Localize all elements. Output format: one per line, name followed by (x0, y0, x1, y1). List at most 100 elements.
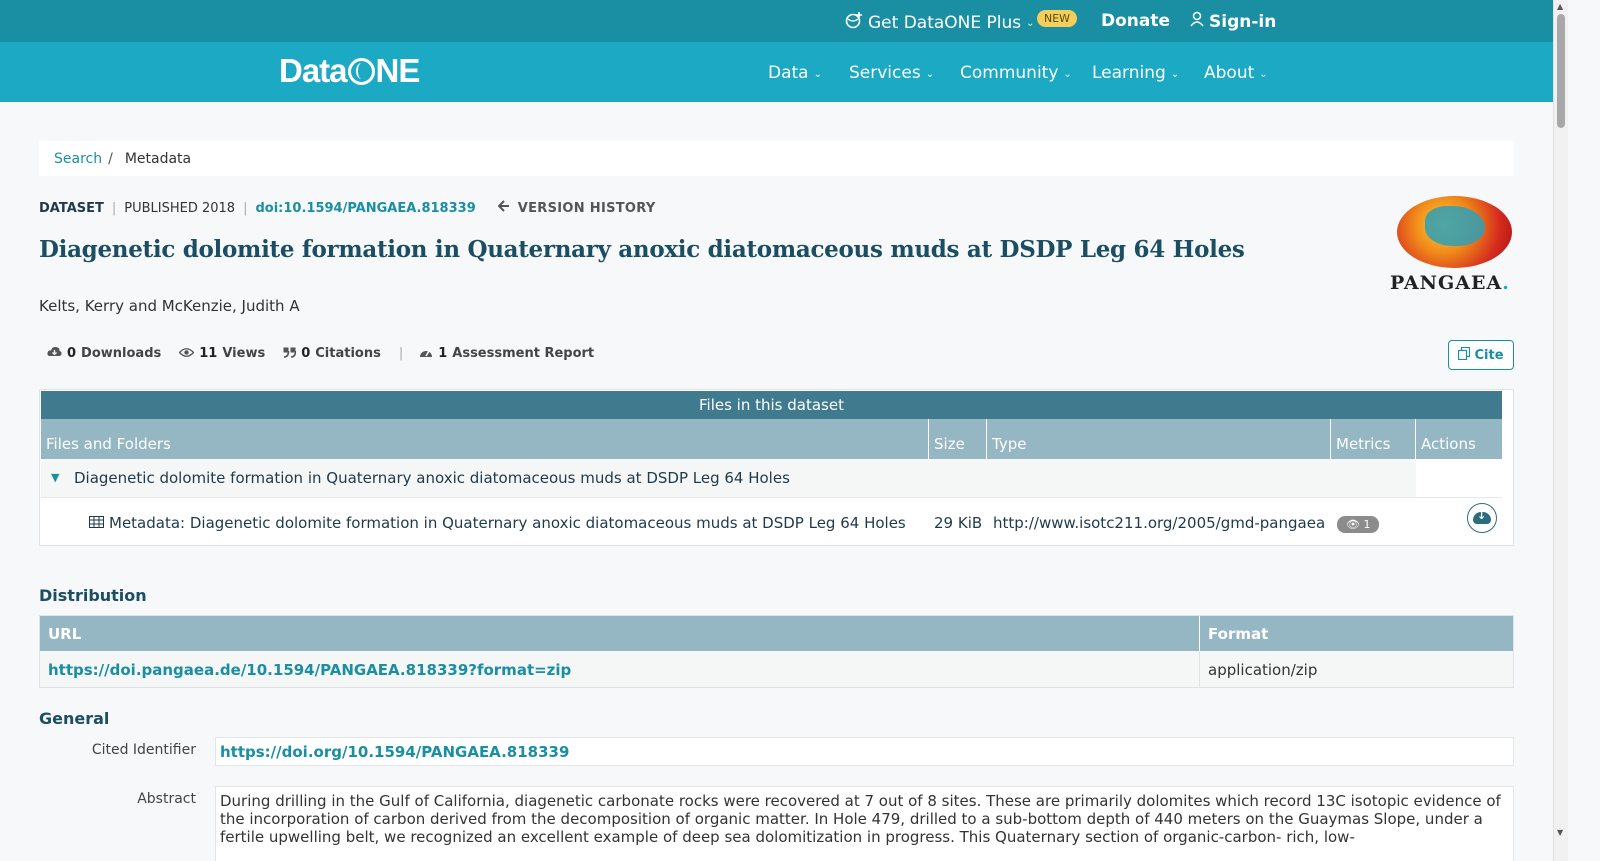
breadcrumb-current: Metadata (124, 151, 192, 167)
file-views-count: 1 (1363, 518, 1371, 531)
distribution-heading: Distribution (39, 586, 147, 605)
folder-row[interactable]: ▼ Diagenetic dolomite formation in Quate… (41, 459, 1416, 497)
pangaea-wordmark: PANGAEA. (1390, 272, 1510, 294)
published-year: PUBLISHED 2018 (124, 200, 236, 216)
scrollbar-thumb[interactable] (1557, 14, 1565, 128)
divider: | (243, 200, 248, 216)
donate-link[interactable]: Donate (1101, 11, 1170, 31)
new-badge: NEW (1037, 10, 1078, 27)
col-url: URL (48, 625, 82, 643)
downloads-count: 0 (67, 346, 77, 361)
abstract-text: During drilling in the Gulf of Californi… (220, 792, 1501, 846)
dataset-type: DATASET (39, 200, 104, 216)
cite-button[interactable]: Cite (1448, 340, 1514, 370)
user-icon (1190, 11, 1204, 32)
cited-identifier-label: Cited Identifier (91, 742, 196, 758)
abstract-field: During drilling in the Gulf of Californi… (215, 786, 1514, 861)
views-count: 11 (199, 346, 218, 361)
col-actions: Actions (1421, 435, 1476, 453)
col-files-and-folders: Files and Folders (41, 419, 929, 459)
abstract-label: Abstract (137, 791, 196, 807)
divider: | (398, 346, 404, 361)
logo-text-left: Data (279, 52, 348, 89)
nav-about-label: About (1204, 63, 1255, 83)
cited-identifier-link[interactable]: https://doi.org/10.1594/PANGAEA.818339 (220, 743, 569, 761)
globe-icon (347, 57, 375, 85)
cloud-download-icon (1473, 509, 1491, 524)
version-history-link[interactable]: VERSION HISTORY (497, 200, 656, 216)
pangaea-land-shape (1425, 206, 1485, 246)
sign-in-link[interactable]: Sign-in (1190, 11, 1276, 32)
col-metrics: Metrics (1331, 419, 1416, 459)
nav-learning-label: Learning (1092, 63, 1166, 83)
divider: | (111, 200, 117, 216)
pangaea-dot: . (1502, 272, 1510, 294)
citations-count: 0 (301, 346, 311, 361)
views-metric[interactable]: 11 Views (178, 346, 266, 361)
pangaea-word: PANGAEA (1390, 272, 1503, 294)
table-icon (89, 514, 104, 532)
col-type: Type (987, 419, 1331, 459)
nav-learning[interactable]: Learning ⌄ (1092, 63, 1179, 83)
chevron-down-icon: ⌄ (1026, 18, 1035, 29)
chevron-down-icon: ⌄ (1170, 68, 1180, 80)
breadcrumb-search-link[interactable]: Search (54, 151, 102, 167)
folder-name: Diagenetic dolomite formation in Quatern… (74, 469, 790, 487)
arrow-left-icon (497, 200, 510, 216)
assessment-report-metric[interactable]: 1 Assessment Report (419, 346, 594, 361)
nav-services[interactable]: Services ⌄ (849, 63, 934, 83)
dataone-logo[interactable]: Data NE (279, 52, 421, 90)
file-size: 29 KiB (934, 514, 983, 532)
chevron-down-icon: ⌄ (813, 68, 822, 80)
chevron-down-icon: ⌄ (1259, 68, 1268, 80)
distribution-table: URL Format https://doi.pangaea.de/10.159… (39, 615, 1514, 688)
column-divider (1199, 651, 1200, 687)
page-scrollbar[interactable]: ▲ ▼ (1553, 0, 1568, 861)
top-bar: Get DataONE Plus ⌄ NEW Donate Sign-in (0, 0, 1553, 42)
nav-services-label: Services (849, 63, 921, 83)
assessment-count: 1 (438, 346, 448, 361)
download-button[interactable] (1467, 503, 1497, 533)
globe-plus-icon (845, 11, 863, 34)
logo-text-right: NE (375, 52, 421, 89)
distribution-header: URL Format (40, 616, 1513, 651)
cited-identifier-field: https://doi.org/10.1594/PANGAEA.818339 (215, 737, 1514, 766)
eye-icon: 👁 (1346, 518, 1360, 531)
files-table-caption: Files in this dataset (41, 391, 1502, 419)
scroll-down-arrow-icon[interactable]: ▼ (1557, 828, 1563, 837)
assessment-label: Assessment Report (452, 346, 595, 361)
general-heading: General (39, 709, 110, 728)
version-history-label: VERSION HISTORY (517, 200, 656, 216)
dataset-metrics: 0 Downloads 11 Views 0 Citations | 1 Ass… (47, 346, 612, 361)
copy-icon (1458, 346, 1471, 364)
col-size: Size (929, 419, 987, 459)
views-label: Views (222, 346, 266, 361)
citations-metric[interactable]: 0 Citations (283, 346, 381, 361)
pangaea-logo[interactable]: PANGAEA. (1390, 194, 1515, 294)
nav-community-label: Community (960, 63, 1059, 83)
sign-in-label: Sign-in (1209, 11, 1277, 32)
get-dataone-plus-menu[interactable]: Get DataONE Plus ⌄ (845, 11, 1035, 34)
caret-down-icon[interactable]: ▼ (51, 471, 59, 484)
main-nav: Data NE Data ⌄ Services ⌄ Community ⌄ Learni… (0, 42, 1553, 102)
nav-about[interactable]: About ⌄ (1204, 63, 1268, 83)
dataset-authors: Kelts, Kerry and McKenzie, Judith A (39, 297, 300, 315)
cite-label: Cite (1474, 347, 1504, 363)
chevron-down-icon: ⌄ (925, 68, 935, 80)
downloads-label: Downloads (81, 346, 162, 361)
nav-data[interactable]: Data ⌄ (768, 63, 822, 83)
doi-link[interactable]: doi:10.1594/PANGAEA.818339 (255, 201, 475, 216)
file-name: Metadata: Diagenetic dolomite formation … (109, 514, 906, 532)
nav-community[interactable]: Community ⌄ (960, 63, 1072, 83)
distribution-url-link[interactable]: https://doi.pangaea.de/10.1594/PANGAEA.8… (48, 661, 571, 679)
quote-icon (283, 347, 297, 361)
dataset-meta-line: DATASET | PUBLISHED 2018 | doi:10.1594/P… (39, 200, 656, 216)
downloads-metric[interactable]: 0 Downloads (47, 346, 161, 361)
file-name-cell[interactable]: Metadata: Diagenetic dolomite formation … (89, 514, 906, 532)
file-row: Metadata: Diagenetic dolomite formation … (41, 497, 1502, 545)
citations-label: Citations (315, 346, 381, 361)
breadcrumb: Search / Metadata (39, 141, 1514, 176)
get-dataone-plus-label: Get DataONE Plus (868, 12, 1022, 33)
chevron-down-icon: ⌄ (1063, 68, 1072, 80)
scroll-up-arrow-icon[interactable]: ▲ (1557, 2, 1563, 11)
